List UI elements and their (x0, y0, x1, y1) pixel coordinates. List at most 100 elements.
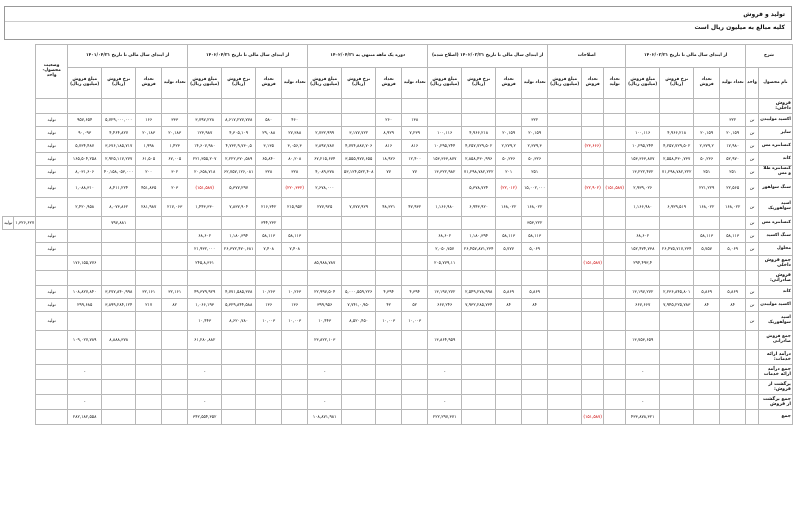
table-cell: ۵۰,۲۳۶ (693, 152, 721, 166)
table-cell (659, 330, 695, 350)
table-cell: ۱,۱۸۰,۳۹۴ (221, 229, 257, 243)
table-cell (495, 255, 523, 271)
table-cell: ۵۲ (401, 298, 429, 312)
table-cell (461, 113, 497, 127)
table-cell (281, 364, 309, 380)
table-cell: ۸,۶۱۷,۲۷۷,۷۷۸ (221, 113, 257, 127)
row-label: کنسانتره مس (757, 139, 793, 153)
table-cell: ۵۸,۱۱۳ (693, 229, 721, 243)
table-cell (341, 409, 377, 425)
table-cell (101, 364, 137, 380)
table-cell: ۳۲۸ (255, 165, 283, 179)
table-cell (401, 330, 429, 350)
table-cell: - (187, 394, 223, 410)
table-cell (659, 364, 695, 380)
table-cell: ۸۴ (719, 298, 747, 312)
table-cell (547, 330, 583, 350)
table-row: فروش صادراتی: (3, 270, 793, 286)
table-cell (659, 113, 695, 127)
table-cell (35, 216, 69, 230)
table-cell (603, 285, 627, 299)
table-cell (521, 330, 549, 350)
table-cell: (۲۲,۰۱۲) (495, 178, 523, 198)
table-cell: ۱۳۸ (401, 113, 429, 127)
table-cell (495, 379, 523, 395)
table-cell (281, 270, 309, 286)
table-cell (101, 242, 137, 256)
table-cell: ۲۰۰ (135, 165, 163, 179)
table-cell (255, 330, 283, 350)
table-cell (581, 152, 605, 166)
table-cell: ۶۸,۶۰۲ (187, 229, 223, 243)
group-header: اصلاحات (547, 44, 627, 68)
table-cell: ۵,۷۲۹,۰۰۰,۰۰۰ (101, 113, 137, 127)
table-cell (547, 152, 583, 166)
table-cell: ۵,۰۶۹ (719, 242, 747, 256)
table-cell (35, 394, 69, 410)
table-cell: ۲۰,۱۸۳ (161, 126, 189, 140)
table-cell: تن (745, 229, 759, 243)
table-cell: ۱,۹۹۸ (135, 139, 163, 153)
table-cell: ۵۰,۲۳۶ (495, 152, 523, 166)
table-cell: ۴,۳۰۵,۱۰۹ (221, 126, 257, 140)
table-cell: - (307, 364, 343, 380)
table-cell (581, 311, 605, 331)
table-cell: ۱۰,۲۶۳ (281, 285, 309, 299)
table-cell: ۱۰,۰۰۳ (401, 311, 429, 331)
row-label: کنسانتره مس (757, 216, 793, 230)
table-cell: تن (745, 165, 759, 179)
table-cell (341, 113, 377, 127)
column-header: واحد (745, 67, 759, 99)
table-cell (375, 349, 403, 365)
table-cell (603, 298, 627, 312)
table-cell (745, 394, 759, 410)
table-cell (693, 364, 721, 380)
table-cell: ۴,۳۹۴ (401, 285, 429, 299)
table-cell: تن (745, 285, 759, 299)
table-cell (67, 242, 103, 256)
table-cell: ۷,۹۳۲,۲۸۵,۷۳۴ (461, 298, 497, 312)
table-cell (221, 270, 257, 286)
table-cell: ۱,۰۶۶,۱۹۳ (187, 298, 223, 312)
table-cell (307, 229, 343, 243)
table-cell: تن (745, 113, 759, 127)
table-cell (547, 197, 583, 217)
table-cell (521, 349, 549, 365)
table-cell: ۲۶,۴۵۷,۸۷۱,۲۳۴ (461, 242, 497, 256)
table-cell (581, 394, 605, 410)
table-cell (521, 270, 549, 286)
table-cell: ۴,۲۵۷,۷۲۹,۵۰۲ (461, 139, 497, 153)
table-cell (187, 270, 223, 286)
table-cell (341, 330, 377, 350)
table-cell: ۱,۱۸۰,۳۹۴ (461, 229, 497, 243)
table-cell (719, 255, 747, 271)
table-cell (693, 216, 721, 230)
table-cell (35, 330, 69, 350)
table-cell (625, 270, 661, 286)
table-row: جمع درآمد ارائه خدمات - - - - - (3, 364, 793, 380)
table-cell (255, 379, 283, 395)
table-cell: تولید (35, 285, 69, 299)
table-cell (67, 379, 103, 395)
table-cell: ۲۶,۳۷۲,۴۷۰,۶۸۱ (221, 242, 257, 256)
table-cell (255, 409, 283, 425)
table-cell (101, 229, 137, 243)
table-cell (495, 330, 523, 350)
table-cell (427, 379, 463, 395)
table-cell (521, 255, 549, 271)
table-container[interactable]: شرح از ابتدای سال مالی تا تاریخ ۱۴۰۲/۰۳/۳… (2, 44, 794, 531)
table-cell: ۲,۴۲۰,۹۵۸ (67, 197, 103, 217)
table-cell: تن (745, 126, 759, 140)
table-cell: ۴,۳۹۴ (375, 285, 403, 299)
table-cell (659, 216, 695, 230)
row-label: برگشت از فروش: (757, 379, 793, 395)
row-label: جمع فروش داخلی (757, 255, 793, 271)
table-cell (401, 242, 429, 256)
table-cell (719, 394, 747, 410)
table-cell: ۲۱۵,۹۵۲ (281, 197, 309, 217)
table-cell (101, 98, 137, 114)
table-cell (401, 98, 429, 114)
row-label: کاتد (757, 285, 793, 299)
table-cell: ۱۲,۴۰۰ (401, 152, 429, 166)
table-row: کاتد تن ۵,۸۶۹ ۵,۸۶۹ ۲,۲۳۶,۸۴۵,۸۰۱ ۱۳,۱۹۷,۲۷۲ ۵… (3, 285, 793, 299)
